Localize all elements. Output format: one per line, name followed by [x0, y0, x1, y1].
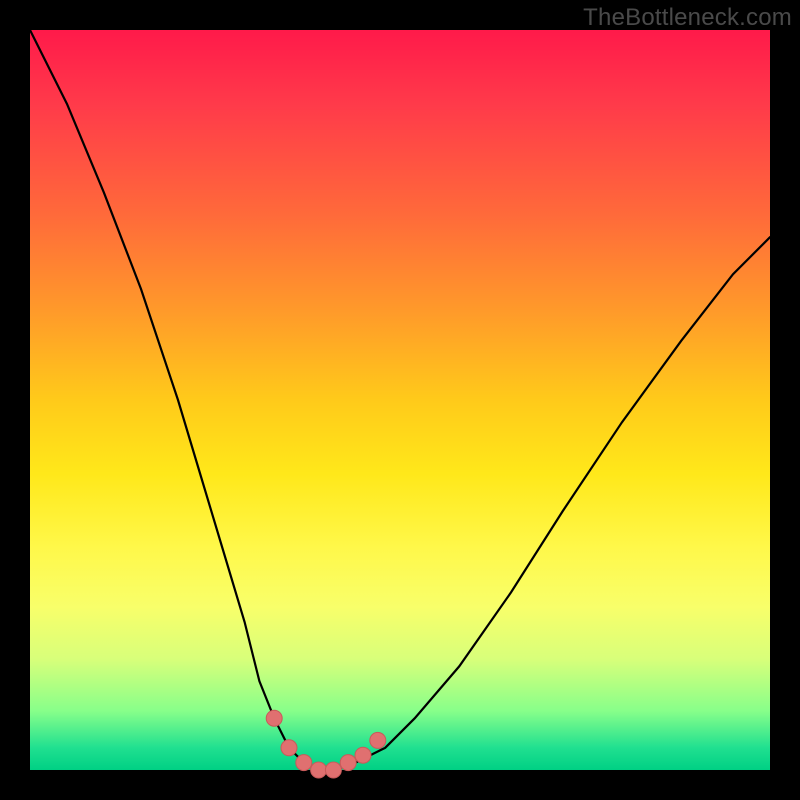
- highlight-dot: [325, 762, 341, 778]
- highlight-dots: [266, 710, 386, 778]
- highlight-dot: [340, 755, 356, 771]
- highlight-dot: [370, 732, 386, 748]
- highlight-dot: [266, 710, 282, 726]
- highlight-dot: [311, 762, 327, 778]
- highlight-dot: [281, 740, 297, 756]
- bottleneck-curve: [30, 30, 770, 770]
- highlight-dot: [355, 747, 371, 763]
- outer-frame: TheBottleneck.com: [0, 0, 800, 800]
- curve-layer: [30, 30, 770, 770]
- highlight-dot: [296, 755, 312, 771]
- watermark-text: TheBottleneck.com: [583, 4, 792, 32]
